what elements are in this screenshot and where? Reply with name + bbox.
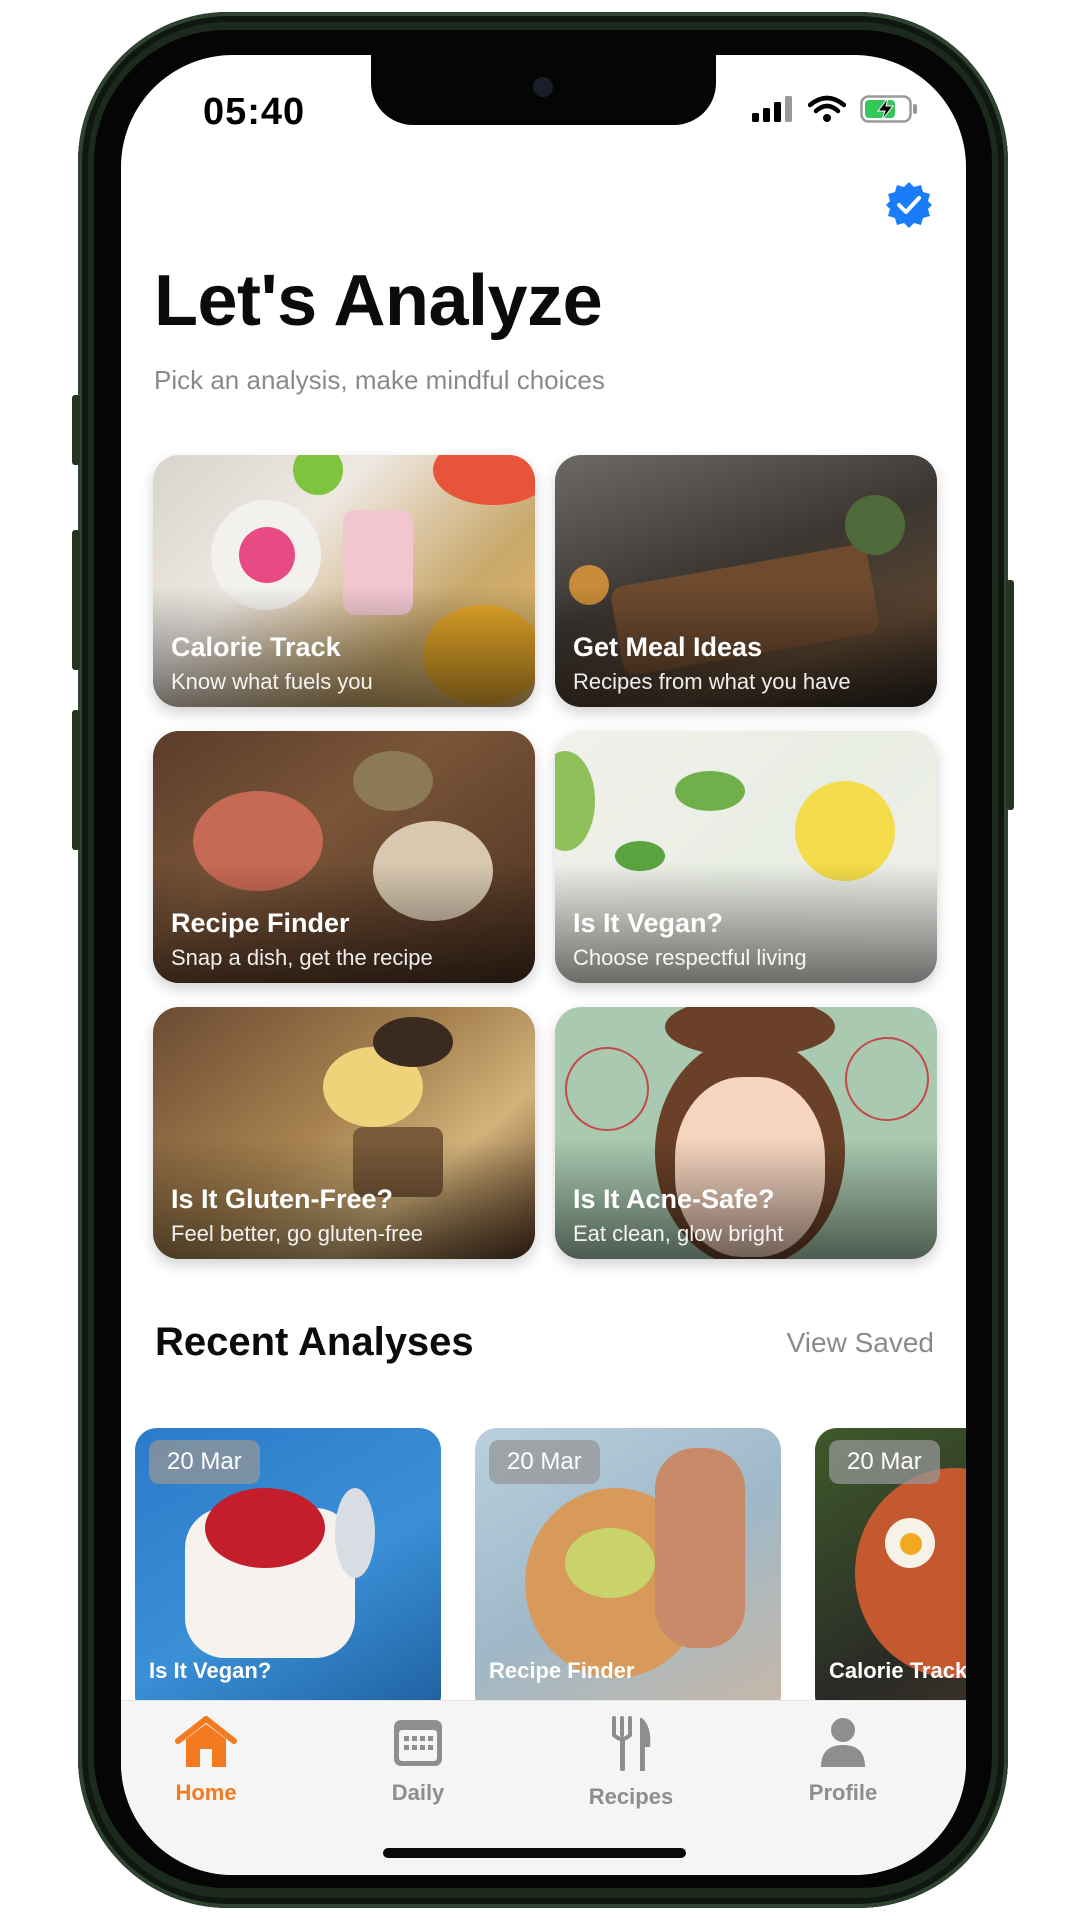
battery-charging-icon (860, 95, 917, 123)
recent-card-label: Calorie Track (829, 1658, 966, 1683)
recent-date-badge: 20 Mar (829, 1440, 940, 1484)
analysis-card-is-it-acne-safe[interactable]: Is It Acne-Safe? Eat clean, glow bright (555, 1007, 937, 1259)
status-time: 05:40 (203, 91, 306, 133)
analysis-card-get-meal-ideas[interactable]: Get Meal Ideas Recipes from what you hav… (555, 455, 937, 707)
card-title: Is It Acne-Safe? (573, 1184, 775, 1214)
tab-home[interactable]: Home (126, 1715, 286, 1806)
app-screen: 05:40 Let's Analyze Pick an analysis, ma… (121, 55, 966, 1875)
card-title: Is It Vegan? (573, 908, 724, 938)
card-subtitle: Choose respectful living (573, 945, 807, 970)
card-title: Is It Gluten-Free? (171, 1184, 394, 1214)
card-subtitle: Recipes from what you have (573, 669, 851, 694)
recent-card[interactable]: 20 Mar Calorie Track (815, 1428, 966, 1718)
card-subtitle: Feel better, go gluten-free (171, 1221, 423, 1246)
card-title: Get Meal Ideas (573, 632, 763, 662)
mute-switch (72, 395, 80, 465)
tab-label: Home (175, 1780, 237, 1805)
front-camera (533, 77, 553, 97)
analysis-card-calorie-track[interactable]: Calorie Track Know what fuels you (153, 455, 535, 707)
recent-date-badge: 20 Mar (489, 1440, 600, 1484)
analysis-card-is-it-gluten-free[interactable]: Is It Gluten-Free? Feel better, go glute… (153, 1007, 535, 1259)
tab-profile[interactable]: Profile (763, 1715, 923, 1806)
recent-date-badge: 20 Mar (149, 1440, 260, 1484)
verified-badge-icon[interactable] (884, 180, 934, 230)
fork-knife-icon (612, 1716, 651, 1771)
volume-up-button (72, 530, 80, 670)
tab-recipes[interactable]: Recipes (551, 1715, 711, 1810)
tab-label: Profile (808, 1780, 878, 1805)
card-subtitle: Eat clean, glow bright (573, 1221, 784, 1246)
home-icon (175, 1716, 237, 1767)
status-icons (752, 95, 918, 123)
cellular-signal-icon (752, 96, 792, 122)
recent-card-label: Recipe Finder (489, 1658, 635, 1683)
view-saved-link[interactable]: View Saved (787, 1327, 934, 1359)
power-button (1006, 580, 1014, 810)
calendar-icon (394, 1720, 442, 1766)
card-title: Recipe Finder (171, 908, 350, 938)
card-title: Calorie Track (171, 632, 341, 662)
analysis-card-recipe-finder[interactable]: Recipe Finder Snap a dish, get the recip… (153, 731, 535, 983)
home-indicator[interactable] (383, 1848, 686, 1858)
recent-card[interactable]: 20 Mar Recipe Finder (475, 1428, 781, 1718)
recent-card[interactable]: 20 Mar Is It Vegan? (135, 1428, 441, 1718)
volume-down-button (72, 710, 80, 850)
person-icon (821, 1718, 865, 1767)
page-title: Let's Analyze (154, 261, 603, 341)
recent-section-title: Recent Analyses (155, 1320, 474, 1364)
card-subtitle: Snap a dish, get the recipe (171, 945, 433, 970)
recent-card-label: Is It Vegan? (149, 1658, 272, 1683)
tab-label: Daily (391, 1780, 445, 1805)
tab-label: Recipes (588, 1784, 674, 1809)
page-subtitle: Pick an analysis, make mindful choices (154, 365, 605, 395)
recent-analyses-carousel[interactable]: 20 Mar Is It Vegan? 20 Mar Recipe Finder… (135, 1428, 966, 1718)
tab-daily[interactable]: Daily (338, 1715, 498, 1806)
notch (371, 55, 716, 125)
card-subtitle: Know what fuels you (171, 669, 373, 694)
analysis-card-is-it-vegan[interactable]: Is It Vegan? Choose respectful living (555, 731, 937, 983)
wifi-icon (808, 95, 846, 122)
